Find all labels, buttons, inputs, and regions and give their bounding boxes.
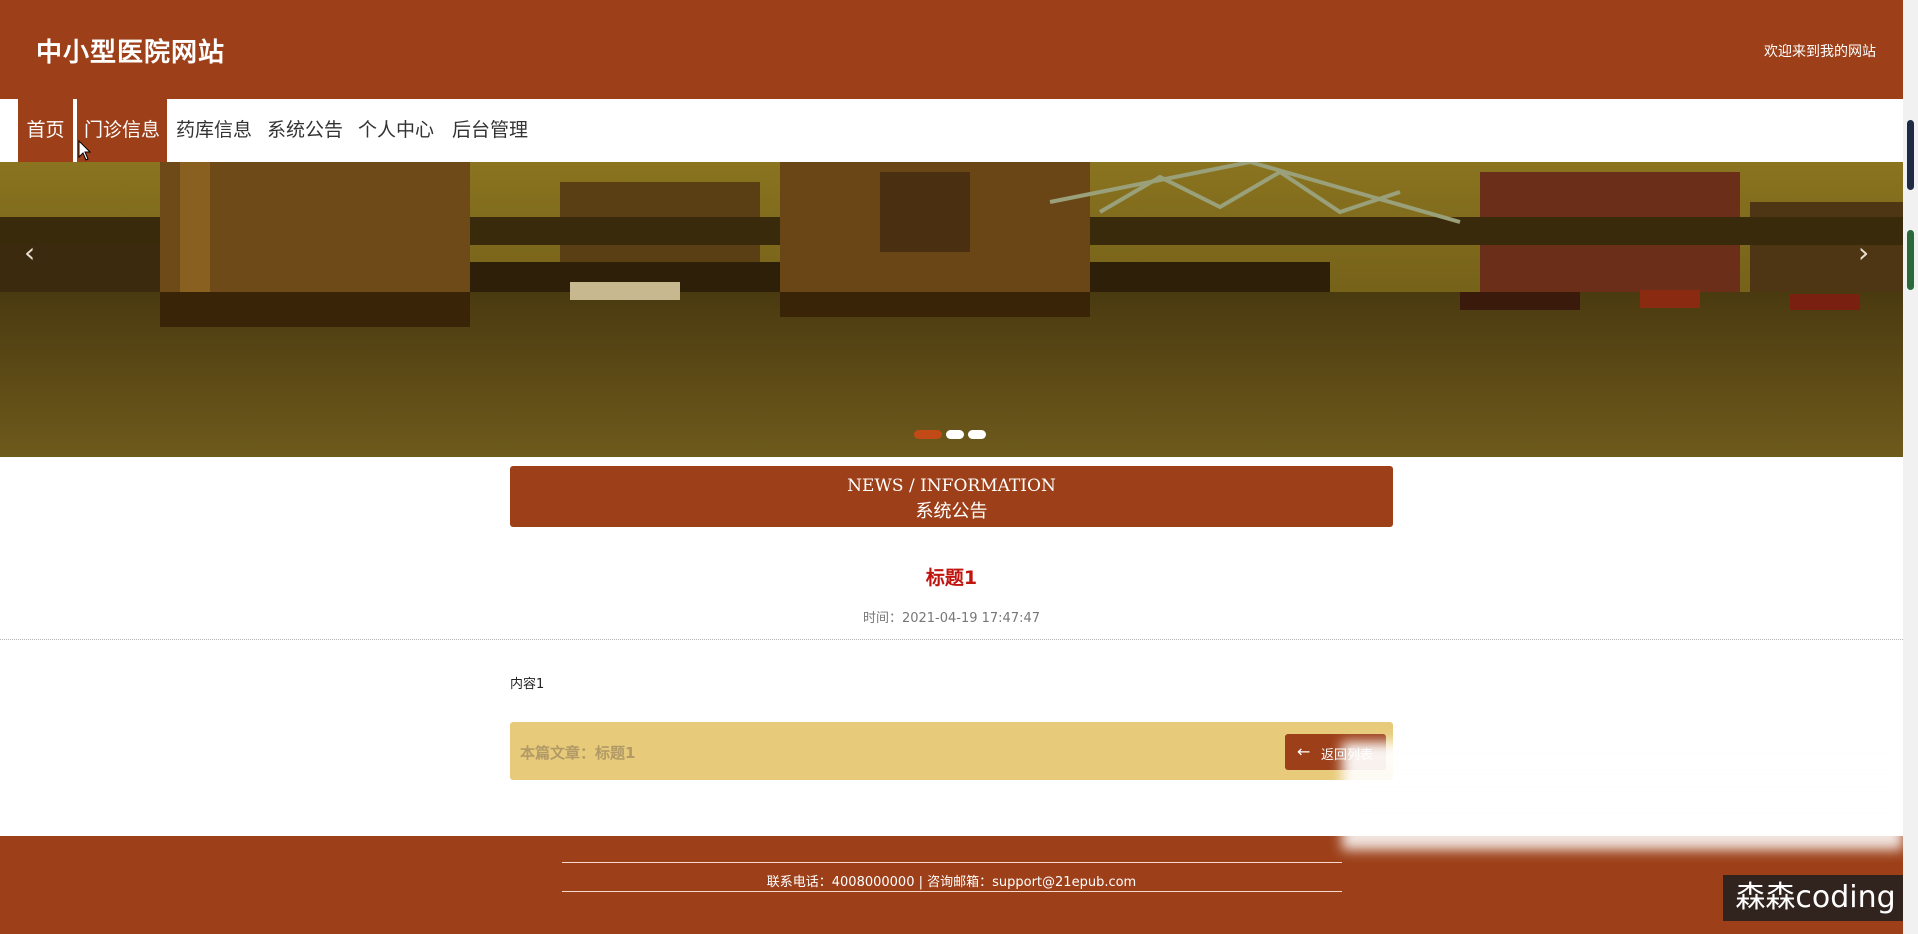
arrow-left-icon: ←	[1297, 742, 1311, 761]
main-nav: 首页 门诊信息 药库信息 系统公告 个人中心 后台管理	[0, 99, 1903, 162]
nav-item-admin[interactable]: 后台管理	[452, 99, 528, 162]
section-header: NEWS / INFORMATION 系统公告	[510, 466, 1393, 527]
welcome-text: 欢迎来到我的网站	[1764, 44, 1876, 60]
divider	[0, 639, 1903, 640]
carousel-dot-3[interactable]	[968, 430, 986, 439]
scrollbar[interactable]	[1903, 0, 1918, 934]
banner-prev-button[interactable]: ‹	[24, 236, 35, 269]
banner-next-button[interactable]: ›	[1858, 236, 1869, 269]
section-title-cn: 系统公告	[915, 501, 988, 522]
scroll-thumb[interactable]	[1907, 120, 1914, 190]
footer-divider-bottom	[562, 891, 1342, 892]
watermark: 森森coding	[1723, 875, 1908, 921]
nav-item-home[interactable]: 首页	[18, 99, 73, 162]
site-title[interactable]: 中小型医院网站	[36, 32, 225, 69]
carousel-dot-2[interactable]	[946, 430, 964, 439]
banner-image	[0, 162, 1903, 457]
article-title: 标题1	[925, 567, 978, 589]
footer-divider-top	[562, 862, 1342, 863]
mouse-cursor-icon	[78, 140, 92, 161]
article-content: 内容1	[510, 677, 545, 692]
footer-contact: 联系电话：4008000000 | 咨询邮箱：support@21epub.co…	[766, 875, 1137, 890]
site-footer: 联系电话：4008000000 | 咨询邮箱：support@21epub.co…	[0, 836, 1903, 934]
blur-overlay	[1342, 742, 1903, 850]
article-footer-bar: 本篇文章：标题1 ← 返回列表	[510, 722, 1393, 780]
section-title-en: NEWS / INFORMATION	[847, 476, 1056, 496]
article-time: 时间：2021-04-19 17:47:47	[862, 611, 1041, 626]
nav-item-pharmacy[interactable]: 药库信息	[176, 99, 252, 162]
site-header: 中小型医院网站 欢迎来到我的网站	[0, 0, 1903, 99]
nav-item-personal-center[interactable]: 个人中心	[358, 99, 434, 162]
banner-carousel[interactable]	[0, 162, 1903, 457]
carousel-dot-1[interactable]	[914, 430, 942, 439]
current-article-label: 本篇文章：标题1	[520, 744, 636, 762]
scroll-marker	[1907, 230, 1914, 290]
nav-item-announcements[interactable]: 系统公告	[267, 99, 343, 162]
